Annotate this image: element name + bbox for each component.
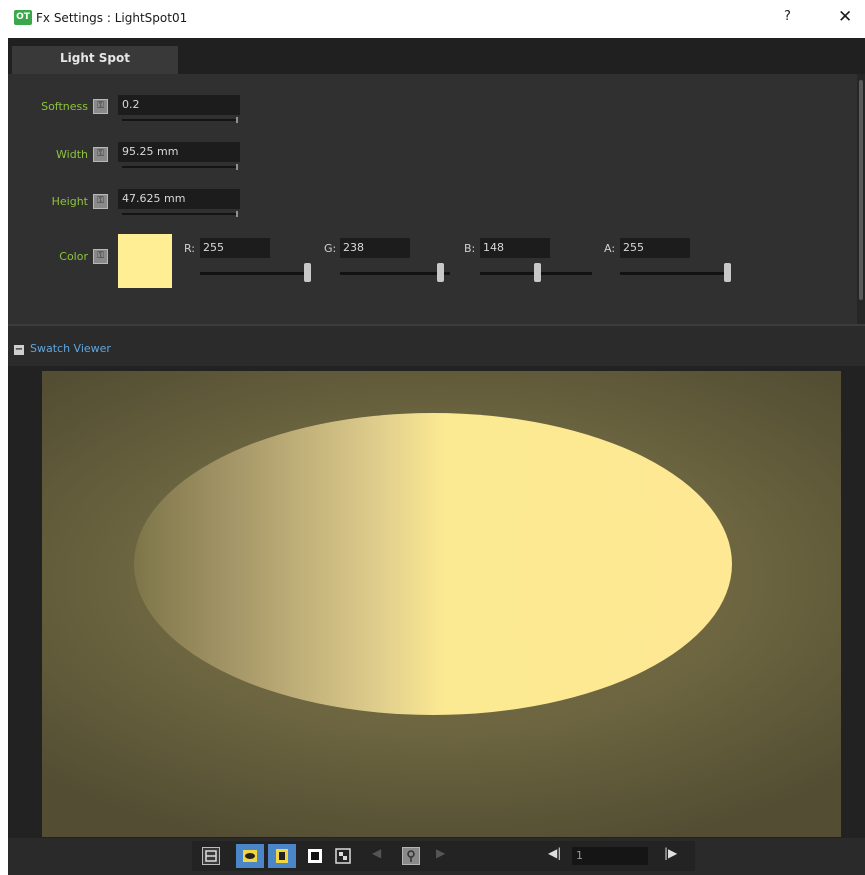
next-key-icon[interactable]: ▶ — [436, 846, 445, 860]
alpha-label: A: — [604, 242, 616, 255]
swatch-viewer-header[interactable]: − Swatch Viewer — [8, 337, 865, 363]
scrollbar-thumb[interactable] — [859, 80, 863, 300]
color-key-icon[interactable]: ⚿ — [93, 249, 108, 264]
softness-label: Softness — [41, 100, 88, 113]
prev-frame-icon[interactable]: ◀| — [548, 846, 561, 860]
red-field[interactable]: 255 — [200, 238, 270, 258]
app-icon: OT — [14, 10, 32, 25]
width-field[interactable]: 95.25 mm — [118, 142, 240, 162]
color-label: Color — [59, 250, 88, 263]
compare-icon[interactable] — [202, 847, 220, 865]
viewer-toolbar: ◀ ▶ ◀| 1 |▶ — [192, 841, 695, 871]
title-bar: OT Fx Settings : LightSpot01 ? ✕ — [0, 0, 865, 38]
prev-key-icon[interactable]: ◀ — [372, 846, 381, 860]
green-field[interactable]: 238 — [340, 238, 410, 258]
height-field[interactable]: 47.625 mm — [118, 189, 240, 209]
tab-strip: Light Spot — [8, 38, 865, 74]
window-title: Fx Settings : LightSpot01 — [36, 11, 188, 25]
blue-field[interactable]: 148 — [480, 238, 550, 258]
alpha-slider-handle[interactable] — [724, 263, 731, 282]
checker-bg-icon[interactable] — [334, 847, 352, 865]
key-icon[interactable] — [402, 847, 420, 865]
swatch-viewer-canvas — [42, 371, 841, 837]
parameter-scrollbar[interactable] — [857, 74, 865, 324]
black-bg-icon[interactable] — [306, 847, 324, 865]
width-label: Width — [56, 148, 88, 161]
minus-icon[interactable]: − — [14, 345, 24, 355]
alpha-slider-track[interactable] — [620, 272, 730, 275]
preview-eye-icon[interactable] — [236, 844, 264, 868]
height-slider[interactable] — [122, 211, 238, 217]
fx-settings-panel: Light Spot Softness ⚿ 0.2 Width ⚿ 95.25 … — [8, 38, 865, 875]
width-slider[interactable] — [122, 164, 238, 170]
close-button[interactable]: ✕ — [838, 7, 852, 27]
green-label: G: — [324, 242, 337, 255]
light-spot-preview — [134, 413, 732, 715]
red-slider-track[interactable] — [200, 272, 310, 275]
softness-slider[interactable] — [122, 117, 238, 123]
frame-field[interactable]: 1 — [572, 847, 648, 865]
viewer-toolbar-area: ◀ ▶ ◀| 1 |▶ — [8, 838, 865, 875]
panel-separator — [8, 324, 865, 326]
help-button[interactable]: ? — [784, 9, 791, 24]
red-slider-handle[interactable] — [304, 263, 311, 282]
alpha-field[interactable]: 255 — [620, 238, 690, 258]
red-label: R: — [184, 242, 196, 255]
height-label: Height — [51, 195, 88, 208]
green-slider-track[interactable] — [340, 272, 450, 275]
blue-slider-handle[interactable] — [533, 263, 541, 282]
height-key-icon[interactable]: ⚿ — [93, 194, 108, 209]
softness-field[interactable]: 0.2 — [118, 95, 240, 115]
next-frame-icon[interactable]: |▶ — [664, 846, 677, 860]
swatch-viewer-title: Swatch Viewer — [30, 342, 111, 355]
softness-key-icon[interactable]: ⚿ — [93, 99, 108, 114]
blue-label: B: — [464, 242, 476, 255]
tab-light-spot[interactable]: Light Spot — [12, 46, 178, 74]
parameter-panel: Softness ⚿ 0.2 Width ⚿ 95.25 mm Height ⚿… — [8, 74, 857, 324]
color-swatch[interactable] — [118, 234, 172, 288]
green-slider-handle[interactable] — [436, 263, 444, 282]
width-key-icon[interactable]: ⚿ — [93, 147, 108, 162]
white-bg-icon[interactable] — [268, 844, 296, 868]
